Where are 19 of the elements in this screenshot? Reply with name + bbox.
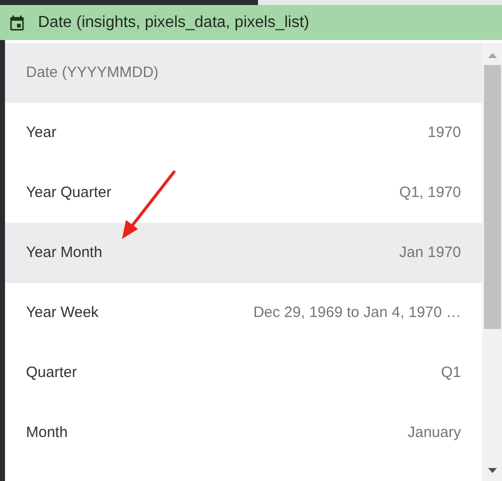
scroll-up-icon[interactable] (488, 53, 496, 58)
calendar-icon (8, 14, 26, 32)
option-label: Month (26, 422, 68, 443)
option-label: Year (26, 122, 56, 143)
option-example: Dec 29, 1969 to Jan 4, 1970 … (253, 302, 461, 323)
option-label: Quarter (26, 362, 77, 383)
group-header: Date (YYYYMMDD) (26, 62, 159, 83)
option-example: January (408, 422, 461, 443)
option-example: 1970 (428, 122, 461, 143)
option-example: Q1, 1970 (399, 182, 461, 203)
dropdown-option[interactable]: Year Month Jan 1970 (5, 223, 482, 283)
option-example: Jan 1970 (399, 242, 461, 263)
field-label: Date (insights, pixels_data, pixels_list) (38, 12, 310, 32)
option-label: Year Week (26, 302, 99, 323)
scrollbar-thumb[interactable] (484, 65, 500, 329)
option-label: Year Quarter (26, 182, 112, 203)
option-example: Q1 (440, 362, 461, 383)
option-label: Year Month (26, 242, 102, 263)
scroll-down-icon[interactable] (488, 468, 496, 473)
